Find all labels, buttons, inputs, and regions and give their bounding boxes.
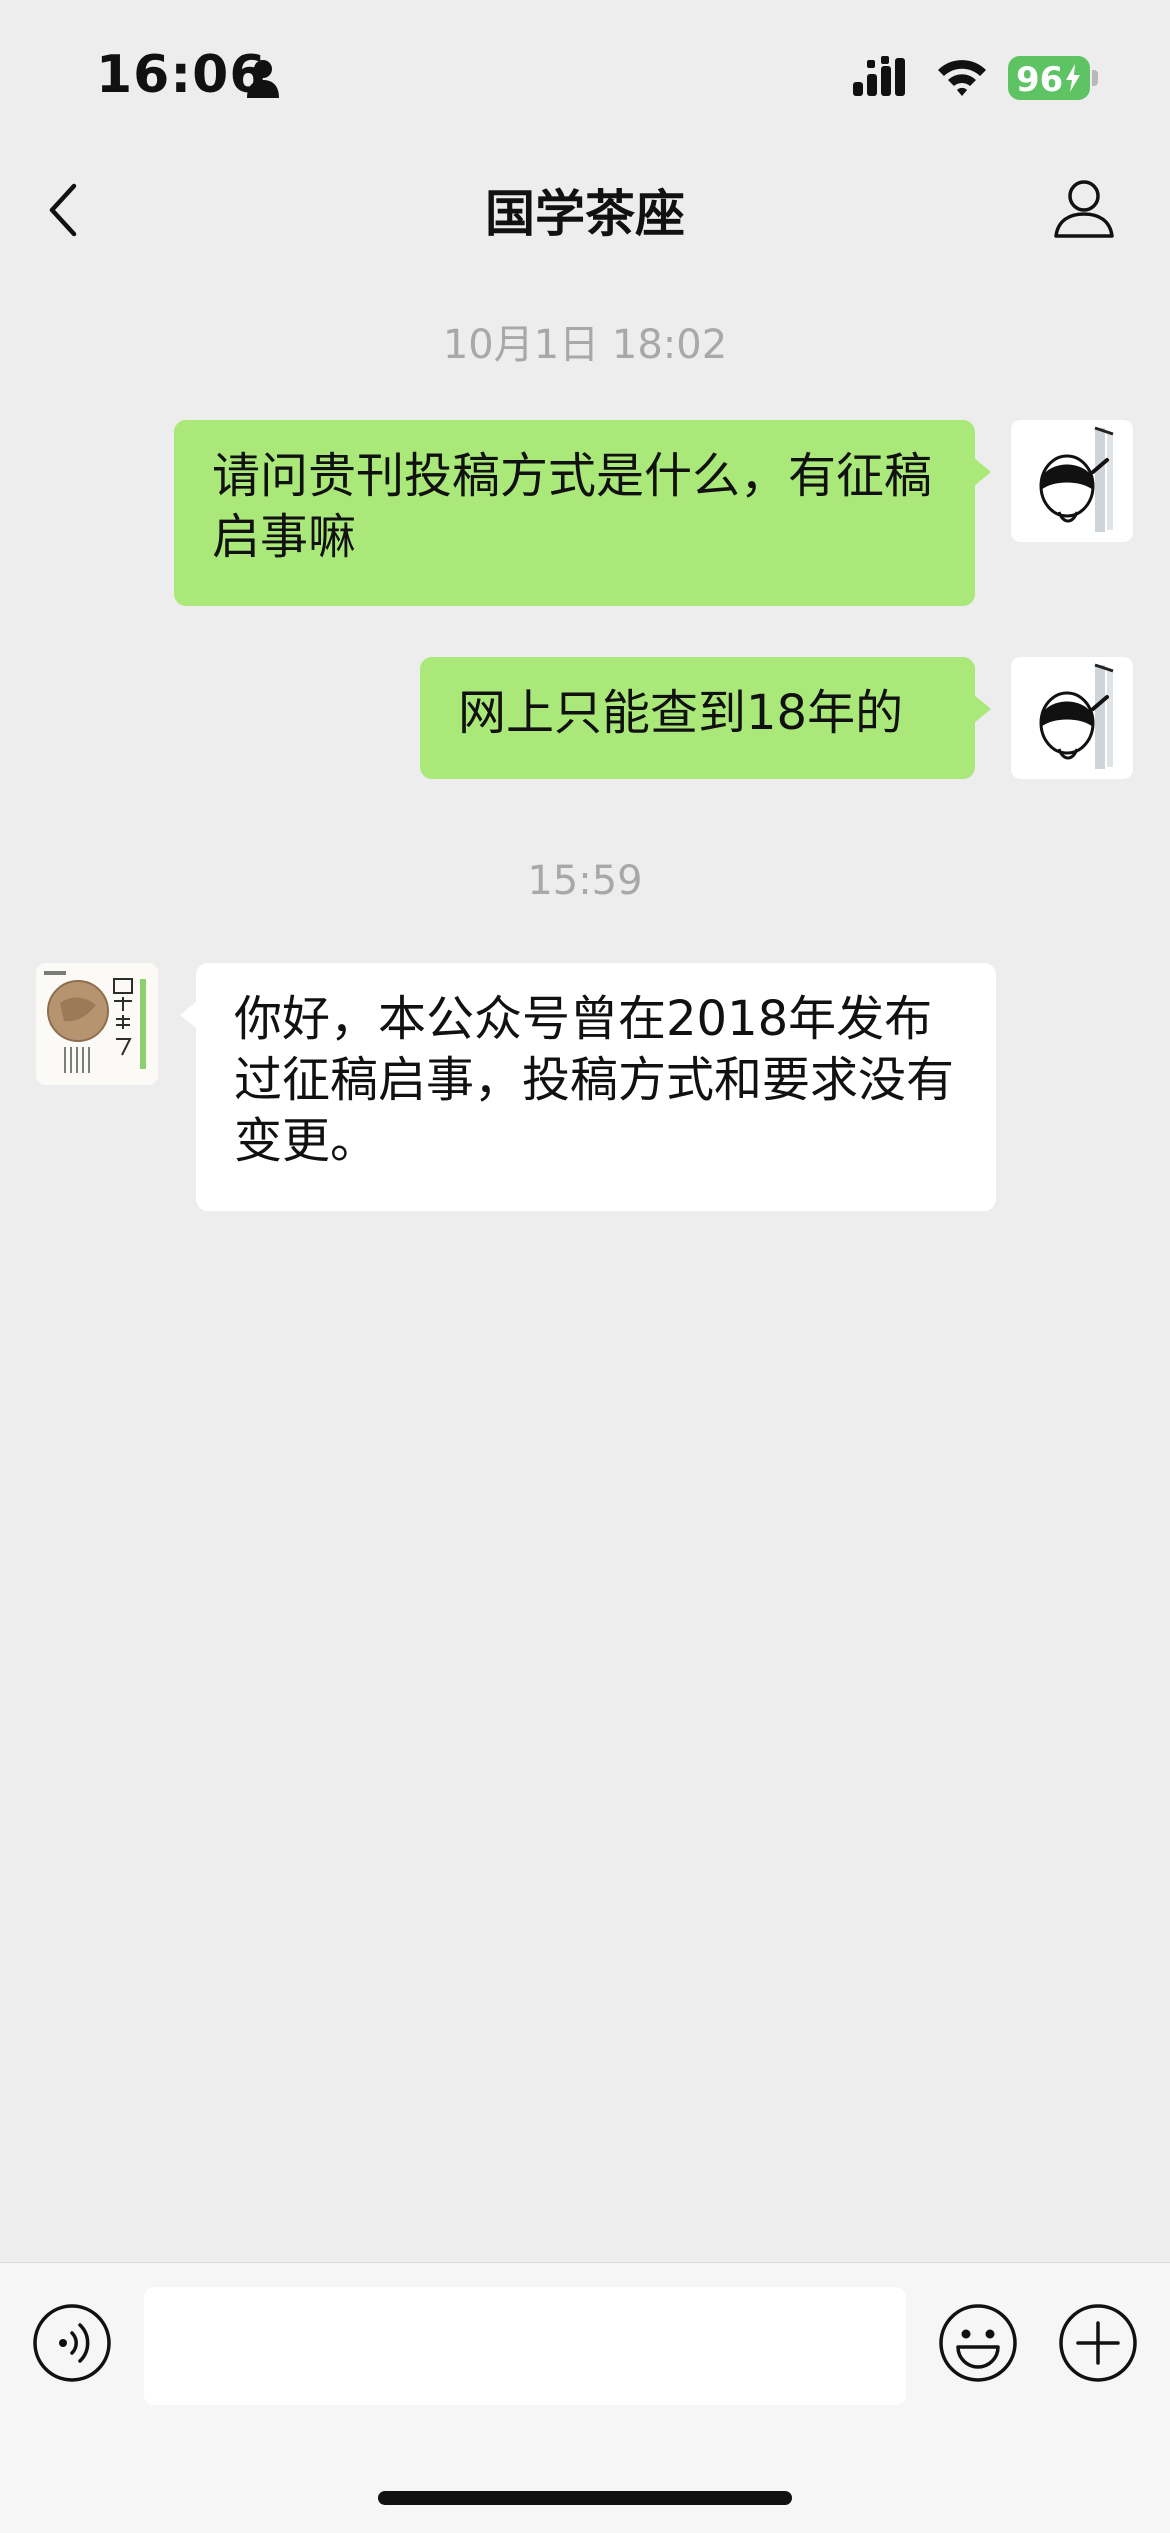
- message-timestamp: 10月1日 18:02: [442, 322, 728, 368]
- emoji-icon[interactable]: [938, 2303, 1018, 2383]
- voice-icon[interactable]: [32, 2303, 112, 2383]
- home-indicator[interactable]: [378, 2491, 792, 2505]
- my-avatar[interactable]: [1011, 420, 1133, 542]
- status-bar: 16:06 96: [0, 0, 1170, 150]
- sent-message-bubble[interactable]: 请问贵刊投稿方式是什么，有征稿启事嘛: [174, 420, 991, 606]
- received-message-bubble[interactable]: 你好，本公众号曾在2018年发布过征稿启事，投稿方式和要求没有变更。: [180, 963, 996, 1211]
- battery-charging-icon: [1066, 64, 1080, 92]
- contact-avatar[interactable]: [36, 963, 158, 1085]
- plus-icon[interactable]: [1058, 2303, 1138, 2383]
- person-icon: [247, 60, 279, 98]
- my-avatar[interactable]: [1011, 657, 1133, 779]
- wifi-icon: [938, 60, 986, 96]
- chat-title: 国学茶座: [485, 185, 685, 243]
- message-input[interactable]: [144, 2287, 906, 2405]
- sent-message-bubble[interactable]: 网上只能查到18年的: [420, 657, 991, 779]
- battery-level: 96: [1016, 60, 1064, 100]
- person-outline-icon[interactable]: [1052, 176, 1116, 240]
- message-timestamp: 15:59: [527, 858, 643, 904]
- signal-icon: [853, 56, 905, 96]
- status-time: 16:06: [96, 45, 267, 105]
- battery-indicator: 96: [1008, 56, 1090, 100]
- battery-nub: [1092, 70, 1098, 86]
- chat-header: 国学茶座: [0, 150, 1170, 270]
